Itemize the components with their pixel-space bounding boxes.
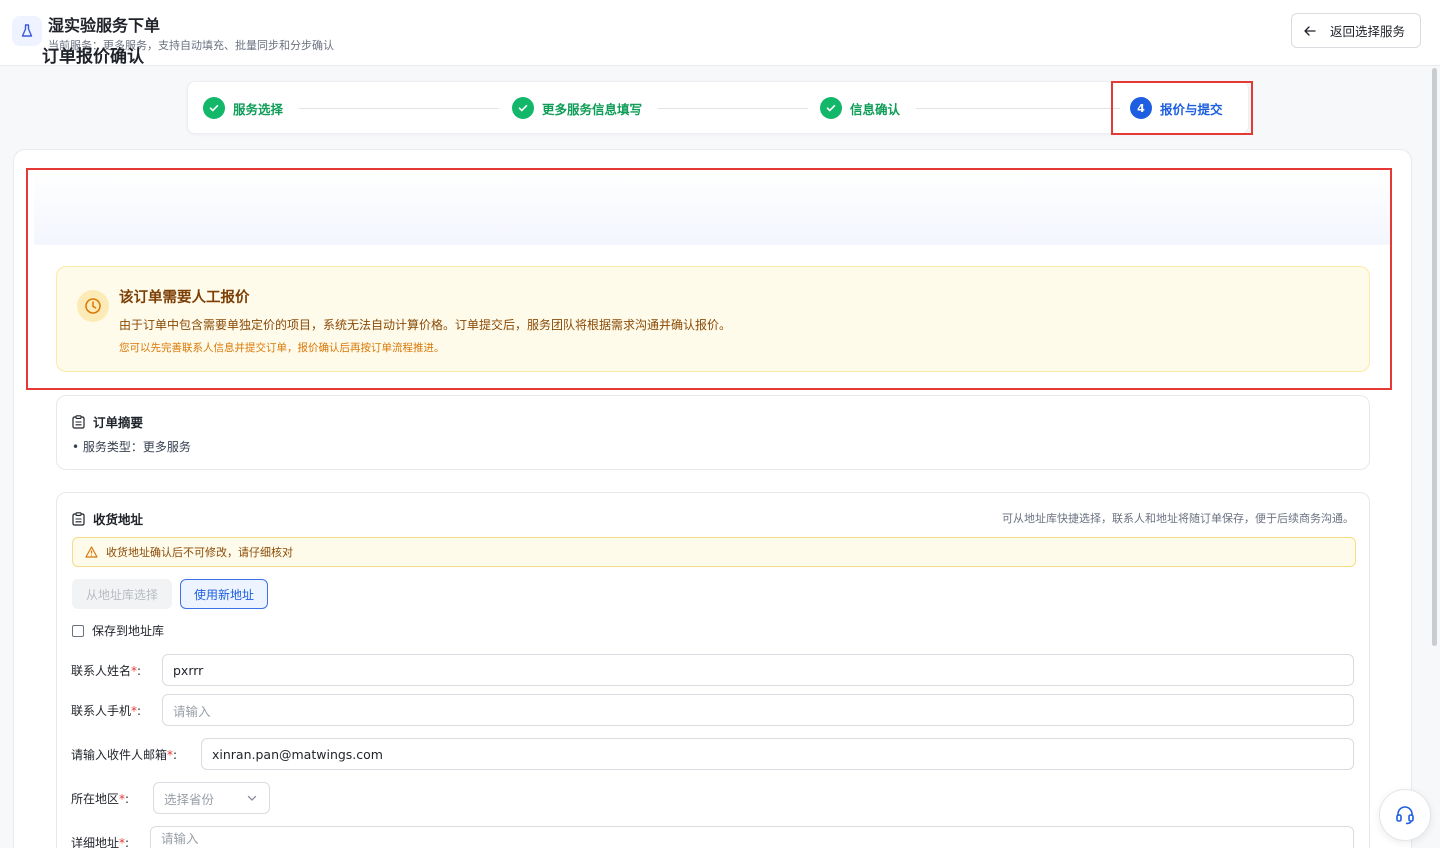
highlight-frame-step <box>1111 81 1253 135</box>
contact-phone-input[interactable]: 请输入 <box>162 694 1354 726</box>
check-icon <box>512 97 534 119</box>
back-to-service-button[interactable]: 返回选择服务 <box>1291 13 1421 48</box>
step-connector <box>299 108 499 109</box>
summary-title: 订单摘要 <box>93 415 144 430</box>
headset-icon <box>1396 806 1414 825</box>
service-type-line: • 服务类型：更多服务 <box>72 440 191 454</box>
step-label: 更多服务信息填写 <box>542 101 643 117</box>
step-connector <box>658 108 808 109</box>
page-scrollbar[interactable] <box>1432 68 1437 646</box>
step-label: 信息确认 <box>850 101 901 117</box>
province-select[interactable]: 选择省份 <box>153 782 270 814</box>
address-warning: 收货地址确认后不可修改，请仔细核对 <box>72 537 1356 567</box>
highlight-frame-quote <box>26 168 1392 390</box>
recipient-email-input[interactable]: xinran.pan@matwings.com <box>201 738 1354 770</box>
step-label: 服务选择 <box>233 101 284 117</box>
warning-triangle-icon <box>85 546 98 558</box>
address-header: 收货地址 <box>72 509 143 528</box>
region-label: 所在地区*: <box>71 792 130 806</box>
recipient-email-label: 请输入收件人邮箱*: <box>71 748 178 762</box>
detail-address-label: 详细地址*: <box>71 836 130 848</box>
top-bar: 湿实验服务下单 当前服务：更多服务，支持自动填充、批量同步和分步确认 返回选择服… <box>0 0 1440 66</box>
clipboard-icon <box>72 414 85 429</box>
chevron-down-icon <box>247 795 257 801</box>
detail-address-input[interactable]: 请输入 <box>150 826 1354 848</box>
address-title: 收货地址 <box>93 512 144 527</box>
summary-header: 订单摘要 <box>72 412 143 431</box>
progress-stepper: 服务选择 更多服务信息填写 信息确认 4 报价与提交 <box>187 81 1249 134</box>
checkbox-label: 保存到地址库 <box>92 624 165 638</box>
step-info-confirm[interactable]: 信息确认 <box>820 97 900 119</box>
address-hint: 可从地址库快捷选择，联系人和地址将随订单保存，便于后续商务沟通。 <box>1002 512 1354 525</box>
contact-name-input[interactable]: pxrrr <box>162 654 1354 686</box>
check-icon <box>820 97 842 119</box>
quote-section-title: 订单报价确认 <box>42 47 144 67</box>
checkbox[interactable] <box>72 624 84 637</box>
back-button-label: 返回选择服务 <box>1330 24 1406 39</box>
order-summary-section: 订单摘要 • 服务类型：更多服务 <box>56 395 1370 470</box>
save-to-library-checkbox[interactable]: 保存到地址库 <box>72 622 164 639</box>
page-title: 湿实验服务下单 <box>48 16 161 35</box>
check-icon <box>203 97 225 119</box>
contact-name-label: 联系人姓名*: <box>71 664 142 678</box>
step-connector <box>916 108 1120 109</box>
province-select-text: 选择省份 <box>164 791 215 807</box>
customer-support-button[interactable] <box>1379 789 1431 841</box>
step-service-info[interactable]: 更多服务信息填写 <box>512 97 642 119</box>
flask-icon <box>12 16 42 46</box>
contact-phone-label: 联系人手机*: <box>71 704 142 718</box>
clipboard-icon <box>72 511 85 526</box>
select-from-library-button[interactable]: 从地址库选择 <box>72 579 172 609</box>
step-service-select[interactable]: 服务选择 <box>203 97 283 119</box>
arrow-left-icon <box>1304 25 1316 36</box>
use-new-address-button[interactable]: 使用新地址 <box>180 579 268 609</box>
address-warning-text: 收货地址确认后不可修改，请仔细核对 <box>106 546 293 559</box>
